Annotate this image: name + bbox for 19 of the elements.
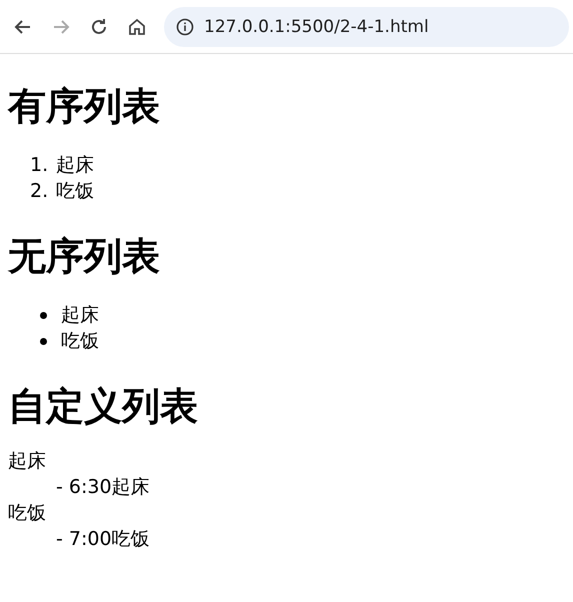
info-icon[interactable] xyxy=(176,18,194,36)
bullet-icon xyxy=(40,312,47,318)
home-icon xyxy=(127,16,147,36)
heading: 有序列表 xyxy=(8,83,161,130)
list-item: 起床 xyxy=(56,153,94,178)
list-item: 起床 xyxy=(61,303,99,328)
address-bar[interactable]: 127.0.0.1:5500/2-4-1.html xyxy=(164,6,569,46)
heading: 无序列表 xyxy=(8,233,161,280)
definition-term: 起床 xyxy=(8,449,46,474)
definition-description: - 7:00吃饭 xyxy=(56,527,150,552)
bullet-icon xyxy=(40,338,47,344)
list-number: 1. xyxy=(30,153,50,178)
list-number: 2. xyxy=(30,179,50,204)
list-item: 吃饭 xyxy=(56,179,94,204)
definition-term: 吃饭 xyxy=(8,501,46,526)
list-item: 吃饭 xyxy=(61,329,99,354)
reload-icon xyxy=(89,16,109,36)
definition-description: - 6:30起床 xyxy=(56,475,150,500)
heading: 自定义列表 xyxy=(8,383,199,430)
